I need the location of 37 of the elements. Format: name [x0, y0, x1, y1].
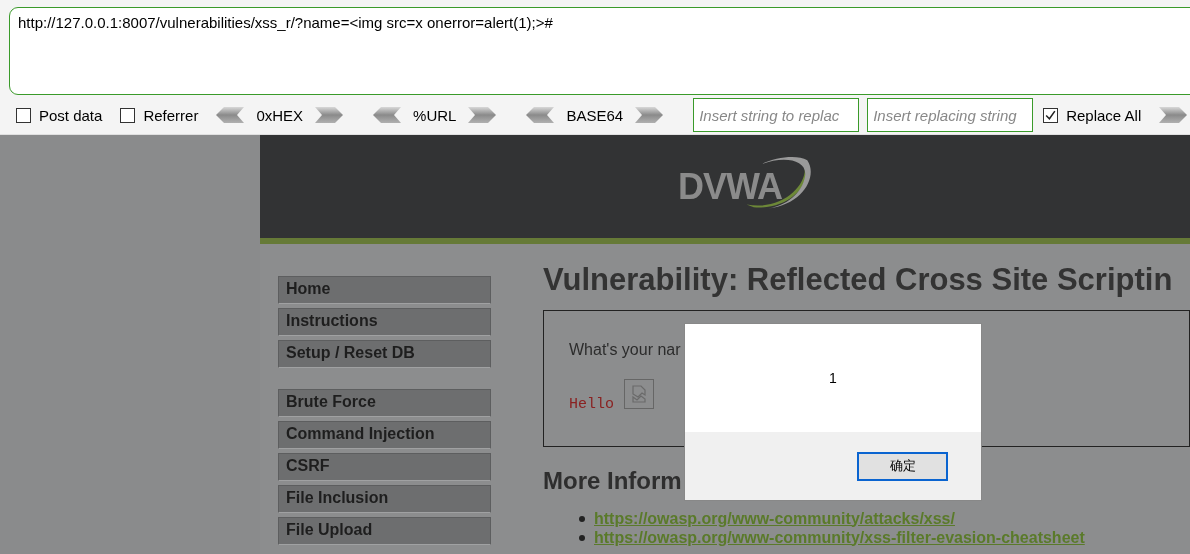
dialog-message: 1: [829, 370, 837, 386]
logo-text: DVWA: [678, 165, 782, 208]
encoder-label: %URL: [413, 106, 457, 124]
menu-item[interactable]: File Upload: [278, 517, 491, 545]
menu-item[interactable]: Command Injection: [278, 421, 491, 449]
left-arrow-icon[interactable]: [373, 107, 402, 123]
menu-item[interactable]: Home: [278, 276, 491, 304]
menu-item[interactable]: File Inclusion: [278, 485, 491, 513]
menu-item[interactable]: Brute Force: [278, 389, 491, 417]
menu-item[interactable]: Setup / Reset DB: [278, 340, 491, 368]
checkbox-label[interactable]: Replace All: [1066, 106, 1142, 124]
checkbox-label[interactable]: Referrer: [143, 106, 199, 124]
checkbox[interactable]: [1043, 107, 1059, 123]
broken-image-icon: [624, 379, 654, 409]
right-arrow-icon[interactable]: [315, 107, 344, 123]
prompt-text: What's your nar: [569, 341, 682, 359]
ok-button[interactable]: 确定: [857, 451, 948, 481]
encoder-label: BASE64: [566, 106, 624, 124]
left-arrow-icon[interactable]: [216, 107, 245, 123]
bullet-icon: [579, 515, 585, 522]
menu-item[interactable]: Instructions: [278, 308, 491, 336]
bullet-icon: [579, 534, 585, 541]
right-arrow-icon[interactable]: [635, 107, 664, 123]
replace-field[interactable]: Insert replacing string: [867, 98, 1034, 132]
checkbox-label[interactable]: Post data: [39, 106, 103, 124]
replace-field[interactable]: Insert string to replac: [693, 98, 860, 132]
section-heading: More Inform: [543, 467, 683, 495]
output-text: Hello: [569, 396, 614, 413]
address-field[interactable]: http://127.0.0.1:8007/vulnerabilities/xss_r/?name=<img src=x onerror=alert(1);>#: [9, 7, 1190, 95]
menu-item[interactable]: CSRF: [278, 453, 491, 481]
checkbox[interactable]: [16, 107, 31, 123]
left-arrow-icon[interactable]: [526, 107, 555, 123]
right-arrow-icon[interactable]: [468, 107, 497, 123]
encoder-label: 0xHEX: [256, 106, 304, 124]
page-title: Vulnerability: Reflected Cross Site Scriptin: [543, 262, 1174, 298]
checkbox[interactable]: [120, 107, 136, 123]
right-arrow-icon[interactable]: [1159, 107, 1188, 123]
